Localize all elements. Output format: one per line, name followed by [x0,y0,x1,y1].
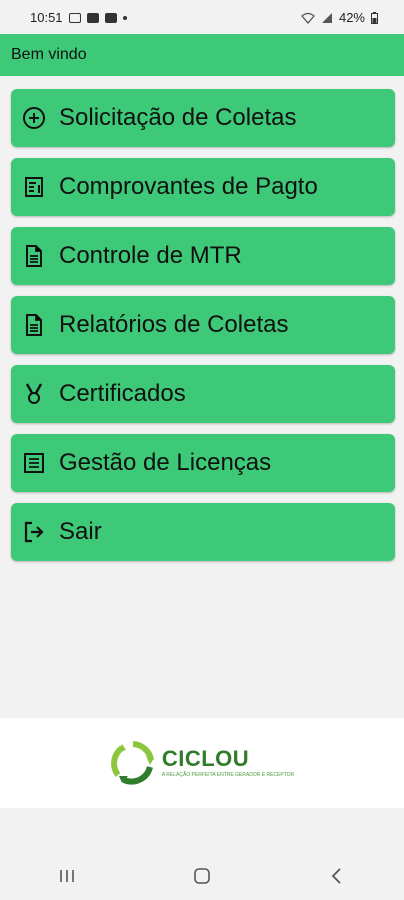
menu-item-gestao-licencas[interactable]: Gestão de Licenças [11,434,395,492]
back-button[interactable] [317,861,357,891]
receipt-icon [21,174,47,200]
home-icon [194,868,210,884]
status-time: 10:51 [30,10,63,25]
video-notification-icon-2 [104,12,117,23]
recent-apps-icon [60,870,75,882]
menu-item-label: Relatórios de Coletas [59,311,289,338]
recycle-icon [110,741,154,785]
menu-item-comprovantes-pagto[interactable]: Comprovantes de Pagto [11,158,395,216]
back-icon [331,868,341,884]
logout-icon [21,519,47,545]
status-bar: 10:51 42% [0,0,404,34]
main-menu: Solicitação de Coletas Comprovantes de P… [11,89,395,572]
logo-tagline: A RELAÇÃO PERFEITA ENTRE GERADOR E RECEP… [161,772,295,778]
menu-item-label: Gestão de Licenças [59,449,272,476]
add-circle-icon [21,105,47,131]
document-icon [21,243,47,269]
menu-item-label: Sair [59,518,102,545]
medal-icon [21,381,47,407]
footer-logo-area: CICLOU A RELAÇÃO PERFEITA ENTRE GERADOR … [0,718,404,808]
video-notification-icon [86,12,99,23]
menu-item-sair[interactable]: Sair [11,503,395,561]
menu-item-label: Controle de MTR [59,242,242,269]
menu-item-relatorios-coletas[interactable]: Relatórios de Coletas [11,296,395,354]
menu-item-controle-mtr[interactable]: Controle de MTR [11,227,395,285]
menu-item-certificados[interactable]: Certificados [11,365,395,423]
system-nav-bar [0,852,404,900]
more-notifications-icon [122,15,127,20]
home-button[interactable] [182,861,222,891]
image-notification-icon [68,12,81,23]
menu-item-label: Comprovantes de Pagto [59,173,318,200]
signal-icon [321,12,332,23]
page-title: Bem vindo [11,46,87,63]
ciclou-logo: CICLOU A RELAÇÃO PERFEITA ENTRE GERADOR … [110,740,294,786]
document-icon [21,312,47,338]
menu-item-label: Solicitação de Coletas [59,104,297,131]
list-icon [21,450,47,476]
wifi-icon [301,12,315,24]
menu-item-solicitacao-coletas[interactable]: Solicitação de Coletas [11,89,395,147]
recent-apps-button[interactable] [47,861,87,891]
battery-icon [371,11,378,24]
menu-item-label: Certificados [59,380,186,407]
battery-percent: 42% [338,10,365,25]
app-header: Bem vindo [0,34,404,76]
logo-name: CICLOU [161,746,250,771]
